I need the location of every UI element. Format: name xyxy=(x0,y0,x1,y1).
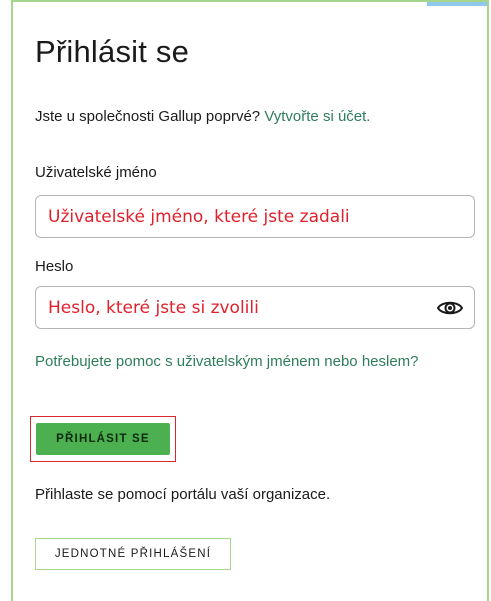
username-input[interactable] xyxy=(36,196,474,237)
eye-icon-graphic xyxy=(436,301,464,315)
username-field xyxy=(35,195,475,238)
eye-icon[interactable] xyxy=(436,295,464,321)
intro-question: Jste u společnosti Gallup poprvé? xyxy=(35,108,265,125)
create-account-link[interactable]: Vytvořte si účet. xyxy=(264,108,370,125)
intro-text: Jste u společnosti Gallup poprvé? Vytvoř… xyxy=(35,108,370,125)
sso-prompt: Přihlaste se pomocí portálu vaší organiz… xyxy=(35,486,331,503)
signin-highlight-box: PŘIHLÁSIT SE xyxy=(30,416,176,462)
page: Přihlásit se Jste u společnosti Gallup p… xyxy=(0,0,491,601)
signin-button[interactable]: PŘIHLÁSIT SE xyxy=(36,423,170,455)
corner-accent xyxy=(427,2,487,6)
username-label: Uživatelské jméno xyxy=(35,164,157,181)
login-card: Přihlásit se Jste u společnosti Gallup p… xyxy=(11,0,489,601)
password-input[interactable] xyxy=(36,287,474,328)
sso-button[interactable]: JEDNOTNÉ PŘIHLÁŠENÍ xyxy=(35,538,231,570)
help-link[interactable]: Potřebujete pomoc s uživatelským jménem … xyxy=(35,348,435,376)
page-title: Přihlásit se xyxy=(35,34,190,69)
password-label: Heslo xyxy=(35,258,74,275)
password-field xyxy=(35,286,475,329)
